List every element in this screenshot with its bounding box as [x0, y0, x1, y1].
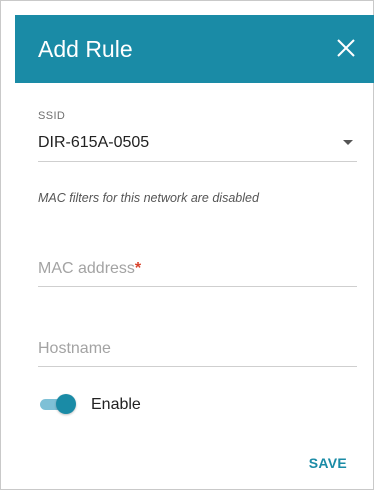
mac-filter-note: MAC filters for this network are disable…: [38, 191, 259, 205]
ssid-label: SSID: [38, 110, 66, 122]
dialog-header: Add Rule: [15, 15, 374, 83]
ssid-value: DIR-615A-0505: [38, 134, 150, 151]
mac-address-placeholder: MAC address*: [38, 260, 142, 277]
toggle-knob: [56, 394, 76, 414]
enable-label: Enable: [91, 396, 141, 413]
required-mark: *: [134, 260, 142, 277]
add-rule-dialog: Add Rule SSID DIR-615A-0505 MAC filters …: [0, 0, 374, 490]
save-button[interactable]: SAVE: [309, 455, 347, 471]
hostname-input[interactable]: Hostname: [38, 332, 357, 367]
chevron-down-icon: [343, 140, 353, 145]
dialog-title: Add Rule: [38, 36, 133, 62]
enable-toggle[interactable]: [40, 394, 76, 414]
mac-address-input[interactable]: MAC address*: [38, 252, 357, 287]
close-icon[interactable]: [335, 37, 357, 59]
hostname-placeholder: Hostname: [38, 340, 111, 357]
ssid-select[interactable]: DIR-615A-0505: [38, 127, 357, 162]
